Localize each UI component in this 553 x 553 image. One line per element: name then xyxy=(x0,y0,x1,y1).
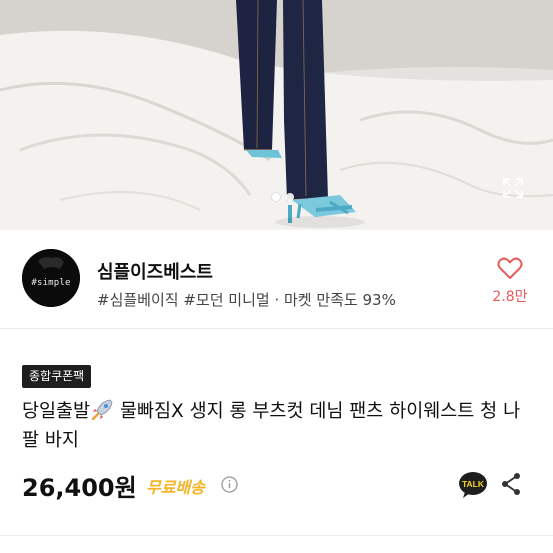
like-count: 2.8만 xyxy=(492,289,528,305)
share-icon xyxy=(502,473,520,495)
talk-label: TALK xyxy=(462,479,485,489)
seller-name[interactable]: 심플이즈베스트 xyxy=(97,258,213,284)
expand-button[interactable] xyxy=(501,176,529,204)
talk-button[interactable]: TALK xyxy=(458,471,488,503)
product-image[interactable] xyxy=(0,0,553,230)
avatar-label: #simple xyxy=(31,278,71,288)
heart-icon xyxy=(497,257,523,279)
rocket-icon xyxy=(91,399,113,421)
shipping-label: 무료배송 xyxy=(146,478,205,497)
seller-tags: #심플베이직 #모던 미니멀 · 마켓 만족도 93% xyxy=(97,291,396,309)
price-row: 26,400원 무료배송 TALK xyxy=(22,468,537,504)
share-button[interactable] xyxy=(500,472,522,500)
coupon-badge: 종합쿠폰팩 xyxy=(22,365,92,388)
talk-icon: TALK xyxy=(459,472,487,498)
expand-icon xyxy=(503,178,523,198)
gallery-pagination xyxy=(0,193,553,203)
product-title: 당일출발 물빠짐X 생지 롱 부츠컷 데님 팬츠 하이웨스트 청 나팔 바지 xyxy=(22,397,532,455)
seller-avatar[interactable]: #simple xyxy=(22,249,80,307)
info-icon[interactable] xyxy=(221,476,238,493)
product-page: #simple 심플이즈베스트 #심플베이직 #모던 미니멀 · 마켓 만족도 … xyxy=(0,0,553,553)
bottom-divider xyxy=(0,535,553,536)
section-divider xyxy=(0,328,553,329)
gallery-dot[interactable] xyxy=(286,193,294,201)
price: 26,400원 xyxy=(22,474,137,502)
title-prefix: 당일출발 xyxy=(22,401,91,422)
gallery-dot-active[interactable] xyxy=(272,193,280,201)
like-button[interactable]: 2.8만 xyxy=(489,256,531,306)
seller-row[interactable]: #simple 심플이즈베스트 #심플베이직 #모던 미니멀 · 마켓 만족도 … xyxy=(0,230,553,328)
